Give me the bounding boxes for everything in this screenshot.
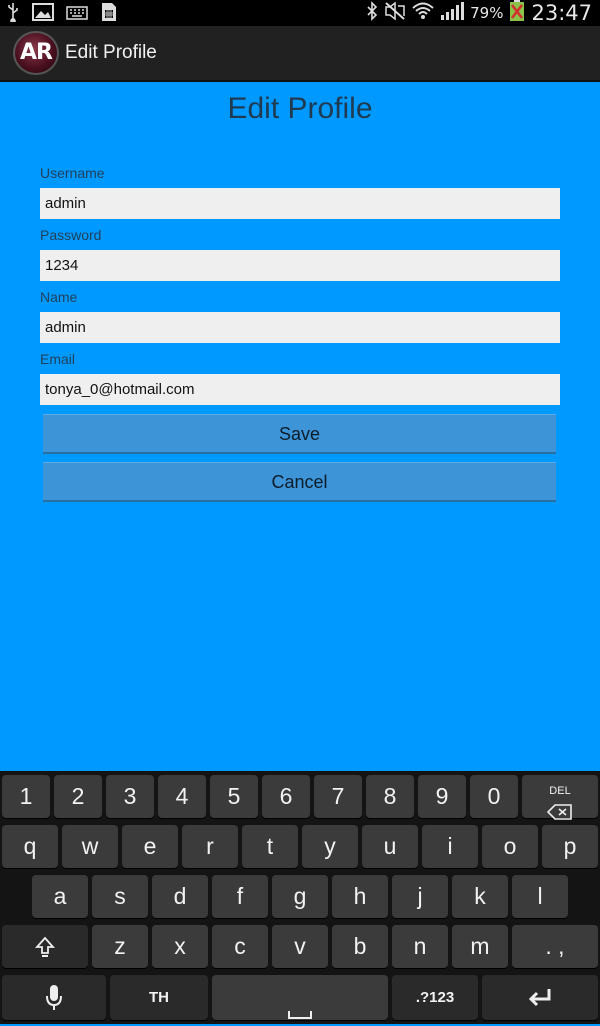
page-title: Edit Profile (227, 92, 373, 125)
soft-keyboard: 1 2 3 4 5 6 7 8 9 0 DEL q w e r t y u i … (0, 771, 600, 1024)
key-v[interactable]: v (272, 925, 328, 968)
key-o[interactable]: o (482, 825, 538, 868)
key-6[interactable]: 6 (262, 775, 310, 818)
key-h[interactable]: h (332, 875, 388, 918)
key-e[interactable]: e (122, 825, 178, 868)
symbols-key[interactable]: .?123 (392, 975, 478, 1020)
key-l[interactable]: l (512, 875, 568, 918)
key-0[interactable]: 0 (470, 775, 518, 818)
punctuation-key[interactable]: . , (512, 925, 598, 968)
shift-key[interactable] (2, 925, 88, 968)
username-field[interactable]: admin (40, 188, 560, 219)
key-8[interactable]: 8 (366, 775, 414, 818)
key-4[interactable]: 4 (158, 775, 206, 818)
space-key[interactable] (212, 975, 388, 1020)
key-3[interactable]: 3 (106, 775, 154, 818)
shift-icon (2, 936, 88, 964)
delete-key[interactable]: DEL (522, 775, 598, 820)
status-bar: 79% 23:47 (0, 0, 600, 26)
key-q[interactable]: q (2, 825, 58, 868)
space-bar-icon (212, 999, 388, 1026)
battery-icon (509, 0, 525, 26)
key-s[interactable]: s (92, 875, 148, 918)
cancel-button[interactable]: Cancel (43, 462, 556, 502)
keyboard-icon (66, 5, 88, 24)
username-label: Username (40, 165, 105, 181)
email-label: Email (40, 351, 76, 367)
mute-icon (384, 1, 406, 25)
key-m[interactable]: m (452, 925, 508, 968)
usb-icon (6, 2, 20, 26)
enter-key[interactable] (482, 975, 598, 1020)
key-z[interactable]: z (92, 925, 148, 968)
key-7[interactable]: 7 (314, 775, 362, 818)
key-d[interactable]: d (152, 875, 208, 918)
delete-key-label: DEL (549, 785, 571, 797)
key-w[interactable]: w (62, 825, 118, 868)
password-field[interactable]: 1234 (40, 250, 560, 281)
voice-input-key[interactable] (2, 975, 106, 1020)
key-t[interactable]: t (242, 825, 298, 868)
key-2[interactable]: 2 (54, 775, 102, 818)
key-b[interactable]: b (332, 925, 388, 968)
name-label: Name (40, 289, 78, 305)
backspace-icon (522, 799, 598, 826)
save-button[interactable]: Save (43, 414, 556, 454)
sim-icon (100, 2, 118, 26)
key-k[interactable]: k (452, 875, 508, 918)
signal-icon (440, 1, 465, 25)
key-p[interactable]: p (542, 825, 598, 868)
key-r[interactable]: r (182, 825, 238, 868)
password-label: Password (40, 227, 102, 243)
wifi-icon (412, 1, 434, 25)
email-field[interactable]: tonya_0@hotmail.com (40, 374, 560, 405)
key-i[interactable]: i (422, 825, 478, 868)
enter-icon (482, 987, 598, 1015)
key-1[interactable]: 1 (2, 775, 50, 818)
key-j[interactable]: j (392, 875, 448, 918)
key-y[interactable]: y (302, 825, 358, 868)
microphone-icon (2, 984, 106, 1018)
key-f[interactable]: f (212, 875, 268, 918)
key-g[interactable]: g (272, 875, 328, 918)
name-field[interactable]: admin (40, 312, 560, 343)
key-x[interactable]: x (152, 925, 208, 968)
battery-percent: 79% (470, 4, 504, 22)
image-icon (32, 3, 54, 25)
key-n[interactable]: n (392, 925, 448, 968)
key-a[interactable]: a (32, 875, 88, 918)
action-bar: AR Edit Profile (0, 26, 600, 82)
bluetooth-icon (366, 1, 378, 25)
key-5[interactable]: 5 (210, 775, 258, 818)
action-bar-title: Edit Profile (65, 42, 157, 63)
app-logo[interactable]: AR (13, 31, 59, 75)
key-u[interactable]: u (362, 825, 418, 868)
language-key[interactable]: TH (110, 975, 208, 1020)
key-9[interactable]: 9 (418, 775, 466, 818)
clock: 23:47 (531, 1, 592, 25)
key-c[interactable]: c (212, 925, 268, 968)
